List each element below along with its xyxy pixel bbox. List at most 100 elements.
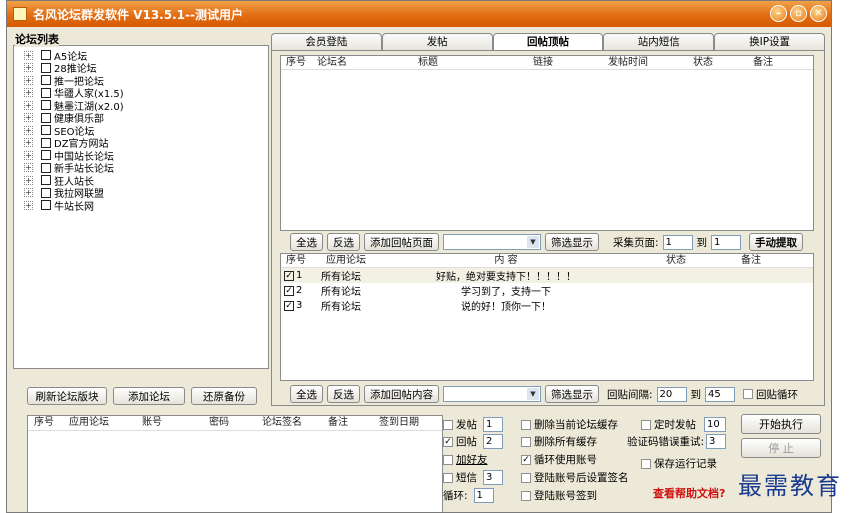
set-signature-checkbox[interactable]	[521, 472, 531, 483]
message-count-input[interactable]: 3	[483, 470, 503, 485]
row-checkbox[interactable]: ✓	[284, 300, 294, 311]
row-checkbox[interactable]: ✓	[284, 285, 294, 296]
clear-all-cache-checkbox[interactable]	[521, 436, 531, 447]
add-reply-content-button[interactable]: 添加回帖内容	[364, 385, 439, 403]
forum-checkbox[interactable]	[41, 175, 51, 186]
cycle-accounts-option[interactable]: ✓ 循环使用账号	[521, 452, 597, 467]
page-filter-dropdown[interactable]: ▼	[443, 234, 541, 250]
post-checkbox[interactable]	[443, 419, 453, 430]
forum-tree-item[interactable]: +28推论坛	[14, 62, 268, 75]
forum-checkbox[interactable]	[41, 162, 51, 173]
content-filter-dropdown[interactable]: ▼	[443, 386, 541, 402]
forum-tree-item[interactable]: + 中国站长论坛	[14, 149, 268, 163]
scheduled-minutes-input[interactable]: 10	[704, 417, 726, 432]
forum-tree-item[interactable]: + 华疆人家(x1.5)	[14, 87, 268, 100]
invert-selection-button[interactable]: 反选	[327, 385, 360, 403]
forum-checkbox[interactable]	[41, 100, 51, 111]
clear-all-cache-option[interactable]: 删除所有缓存	[521, 434, 597, 449]
expand-icon[interactable]: +	[24, 113, 33, 123]
interval-from-input[interactable]: 20	[656, 386, 687, 402]
scheduled-post-checkbox[interactable]	[641, 419, 651, 430]
forum-tree-item[interactable]: + 健康俱乐部	[14, 112, 268, 125]
table-row[interactable]: ✓ 2 所有论坛 学习到了，支持一下	[281, 283, 813, 298]
clear-cache-checkbox[interactable]	[521, 419, 531, 430]
refresh-boards-button[interactable]: 刷新论坛版块	[27, 387, 107, 405]
reply-loop-checkbox[interactable]	[743, 389, 754, 399]
scheduled-post-option[interactable]: 定时发帖 10	[641, 417, 726, 432]
post-count-input[interactable]: 1	[483, 417, 503, 432]
save-log-checkbox[interactable]	[641, 458, 651, 469]
tab-post[interactable]: 发帖	[381, 33, 493, 51]
expand-icon[interactable]: +	[24, 50, 33, 60]
filter-display-button[interactable]: 筛选显示	[545, 233, 599, 251]
tab-ip-settings[interactable]: 换IP设置	[714, 33, 825, 51]
expand-icon[interactable]: +	[24, 63, 33, 73]
forum-tree-item[interactable]: + 牛站长网	[14, 199, 268, 213]
expand-icon[interactable]: +	[24, 138, 33, 148]
restore-backup-button[interactable]: 还原备份	[191, 387, 257, 405]
message-option[interactable]: 短信 3	[443, 470, 503, 485]
forum-checkbox[interactable]	[41, 50, 51, 61]
expand-icon[interactable]: +	[24, 200, 33, 210]
close-icon[interactable]: ✕	[810, 5, 827, 22]
restore-icon[interactable]: ▫	[790, 5, 807, 22]
forum-checkbox[interactable]	[41, 62, 51, 73]
forum-tree-item[interactable]: + 推一把论坛	[14, 74, 268, 88]
help-docs-link[interactable]: 查看帮助文档?	[653, 485, 725, 501]
expand-icon[interactable]: +	[24, 100, 33, 110]
table-row[interactable]: ✓ 3 所有论坛 说的好！顶你一下！	[281, 298, 813, 313]
start-button[interactable]: 开始执行	[741, 414, 821, 434]
expand-icon[interactable]: +	[24, 150, 33, 160]
interval-to-input[interactable]: 45	[705, 386, 736, 402]
row-checkbox[interactable]: ✓	[284, 270, 294, 281]
collect-from-input[interactable]: 1	[662, 234, 693, 250]
reply-option[interactable]: ✓ 回帖 2	[443, 434, 503, 449]
forum-checkbox[interactable]	[41, 200, 51, 211]
forum-tree-item[interactable]: + 我拉网联盟	[14, 187, 268, 200]
select-all-button[interactable]: 全选	[290, 233, 323, 251]
forum-checkbox[interactable]	[41, 75, 51, 86]
loop-count-input[interactable]: 1	[473, 488, 494, 503]
filter-display-button[interactable]: 筛选显示	[545, 385, 599, 403]
save-log-option[interactable]: 保存运行记录	[641, 456, 717, 471]
forum-checkbox[interactable]	[41, 87, 51, 98]
forum-tree-item[interactable]: + 新手站长论坛	[14, 162, 268, 175]
forum-tree-item[interactable]: + 魅墨江湖(x2.0)	[14, 99, 268, 113]
reply-content-table[interactable]: 序号 应用论坛 内 容 状态 备注 ✓ 1 所有论坛 好贴，绝对要支持下！！！！！ ✓ 2…	[280, 253, 814, 381]
add-friend-option[interactable]: 加好友	[443, 452, 488, 467]
forum-tree[interactable]: + A5论坛 +28推论坛 + 推一把论坛 + 华疆人家(x1.5) + 魅墨江湖(x2.0) +…	[13, 45, 269, 369]
forum-tree-item[interactable]: + A5论坛	[14, 49, 268, 63]
account-table[interactable]: 序号 应用论坛 账号 密码 论坛签名 备注 签到日期	[27, 415, 443, 512]
checkin-checkbox[interactable]	[521, 490, 531, 501]
captcha-retry-input[interactable]: 3	[706, 434, 727, 449]
expand-icon[interactable]: +	[24, 75, 33, 85]
add-friend-checkbox[interactable]	[443, 454, 453, 465]
forum-checkbox[interactable]	[41, 187, 51, 198]
post-option[interactable]: 发帖 1	[443, 417, 503, 432]
forum-tree-item[interactable]: + 狂人站长	[14, 174, 268, 188]
set-signature-option[interactable]: 登陆账号后设置签名	[521, 470, 629, 485]
stop-button[interactable]: 停 止	[741, 438, 821, 458]
expand-icon[interactable]: +	[24, 163, 33, 173]
expand-icon[interactable]: +	[24, 188, 33, 198]
forum-tree-item[interactable]: + SEO论坛	[14, 124, 268, 138]
tab-reply[interactable]: 回帖顶帖	[492, 33, 604, 51]
manual-extract-button[interactable]: 手动提取	[749, 233, 804, 251]
reply-loop-option[interactable]: 回贴循环	[743, 387, 798, 402]
invert-selection-button[interactable]: 反选	[327, 233, 360, 251]
forum-checkbox[interactable]	[41, 125, 51, 136]
post-table[interactable]: 序号 论坛名 标题 链接 发帖时间 状态 备注	[280, 55, 814, 231]
tab-member-login[interactable]: 会员登陆	[271, 33, 382, 51]
collect-to-input[interactable]: 1	[711, 234, 742, 250]
expand-icon[interactable]: +	[24, 175, 33, 185]
message-checkbox[interactable]	[443, 472, 453, 483]
minimize-icon[interactable]: –	[770, 5, 787, 22]
cycle-accounts-checkbox[interactable]: ✓	[521, 454, 531, 465]
tab-messages[interactable]: 站内短信	[603, 33, 715, 51]
forum-checkbox[interactable]	[41, 150, 51, 161]
expand-icon[interactable]: +	[24, 125, 33, 135]
forum-checkbox[interactable]	[41, 112, 51, 123]
expand-icon[interactable]: +	[24, 88, 33, 98]
forum-tree-item[interactable]: + DZ官方网站	[14, 137, 268, 150]
add-reply-page-button[interactable]: 添加回帖页面	[364, 233, 439, 251]
